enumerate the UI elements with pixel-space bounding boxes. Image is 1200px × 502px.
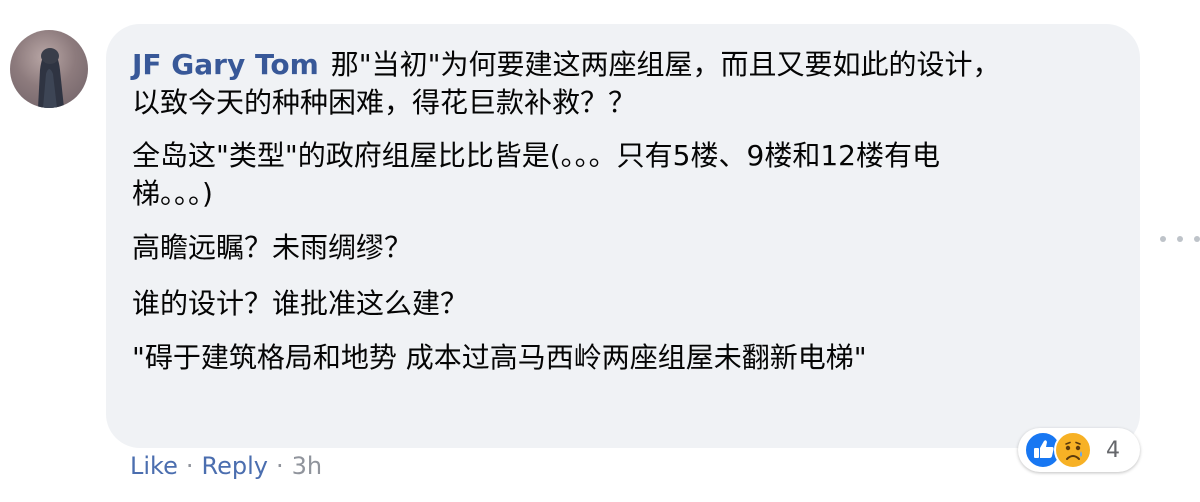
- dot: [1194, 236, 1200, 242]
- reply-button[interactable]: Reply: [202, 452, 268, 480]
- separator: ·: [275, 452, 284, 480]
- comment-line-1: JF Gary Tom 那"当初"为何要建这两座组屋，而且又要如此的设计，: [132, 46, 1114, 84]
- dot: [1160, 236, 1166, 242]
- comment-line: 梯。。。): [132, 177, 213, 210]
- author-name[interactable]: JF Gary Tom: [132, 48, 319, 81]
- comment-text: 那"当初"为何要建这两座组屋，而且又要如此的设计，: [330, 48, 1001, 81]
- avatar-figure: [38, 48, 64, 108]
- sad-reaction-icon: [1054, 431, 1092, 469]
- comment-paragraph: "碍于建筑格局和地势 成本过高马西岭两座组屋未翻新电梯": [132, 339, 1114, 377]
- comment-paragraph: 全岛这"类型"的政府组屋比比皆是(。。。只有5楼、9楼和12楼有电 梯。。。): [132, 137, 1114, 213]
- avatar[interactable]: [10, 30, 88, 108]
- comment-paragraph: 谁的设计？谁批准这么建？: [132, 285, 1114, 323]
- timestamp[interactable]: 3h: [292, 452, 322, 480]
- like-button[interactable]: Like: [130, 452, 178, 480]
- reactions-summary[interactable]: 4: [1018, 428, 1140, 472]
- comment-line: 全岛这"类型"的政府组屋比比皆是(。。。只有5楼、9楼和12楼有电: [132, 139, 940, 172]
- comment-line-2: 以致今天的种种困难，得花巨款补救？？: [132, 86, 637, 119]
- dot: [1177, 236, 1183, 242]
- separator: ·: [185, 452, 194, 480]
- comment-bubble: JF Gary Tom 那"当初"为何要建这两座组屋，而且又要如此的设计， 以致今…: [106, 24, 1140, 448]
- comment-actions: Like · Reply · 3h: [130, 452, 322, 480]
- comment-paragraph: 高瞻远瞩？未雨绸缪？: [132, 229, 1114, 267]
- comment-line: 高瞻远瞩？未雨绸缪？: [132, 231, 413, 264]
- reaction-count: 4: [1106, 437, 1120, 463]
- comment-line: 谁的设计？谁批准这么建？: [132, 287, 469, 320]
- more-options-icon[interactable]: [1160, 228, 1200, 250]
- comment-line: "碍于建筑格局和地势 成本过高马西岭两座组屋未翻新电梯": [132, 341, 867, 374]
